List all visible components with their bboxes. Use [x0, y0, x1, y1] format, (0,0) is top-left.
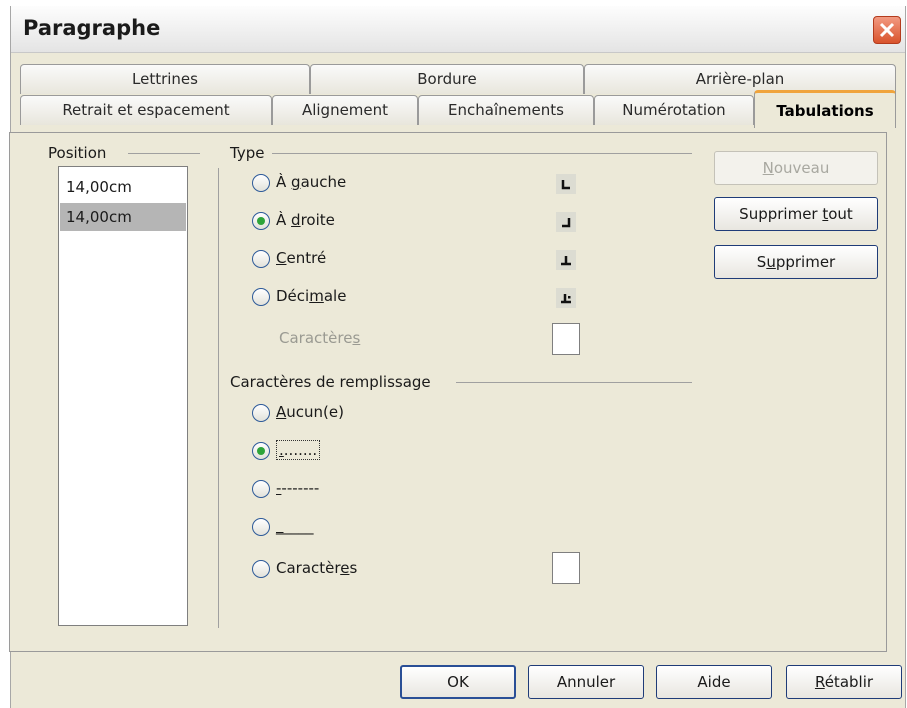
radio-label: _____ — [276, 517, 314, 535]
tab-bordure[interactable]: Bordure — [310, 64, 584, 94]
fill-separator — [456, 382, 692, 383]
tab-alignement[interactable]: Alignement — [272, 95, 418, 125]
radio-dot — [257, 217, 265, 225]
tab-tabulations[interactable]: Tabulations — [754, 90, 896, 128]
ok-button[interactable]: OK — [400, 665, 516, 699]
type-label: Type — [230, 144, 265, 162]
tab-right-icon — [556, 212, 576, 232]
title-bar: Paragraphe — [11, 6, 905, 53]
tab-enchainements[interactable]: Enchaînements — [418, 95, 594, 125]
list-item[interactable]: 14,00cm — [60, 203, 186, 231]
type-separator — [272, 153, 692, 154]
tab-numerotation[interactable]: Numérotation — [594, 95, 754, 125]
radio-dot — [257, 447, 265, 455]
radio-button[interactable] — [252, 442, 270, 460]
position-list[interactable]: 14,00cm 14,00cm — [58, 166, 188, 626]
radio-button[interactable] — [252, 518, 270, 536]
close-button[interactable] — [873, 16, 901, 44]
radio-button[interactable] — [252, 480, 270, 498]
cancel-button[interactable]: Annuler — [528, 665, 644, 699]
radio-button[interactable] — [252, 250, 270, 268]
radio-label: À gauche — [276, 173, 347, 191]
fill-label: Caractères de remplissage — [230, 373, 431, 391]
radio-button[interactable] — [252, 288, 270, 306]
position-label: Position — [48, 144, 107, 162]
tab-decimal-icon — [556, 288, 576, 308]
delete-button[interactable]: Supprimer — [714, 245, 878, 279]
radio-label: À droite — [276, 211, 335, 229]
fill-characters-field[interactable] — [552, 552, 580, 584]
type-characters-label: Caractères — [279, 329, 361, 347]
radio-label: -------- — [276, 479, 320, 497]
radio-label: Décimale — [276, 287, 347, 305]
tab-center-icon — [556, 250, 576, 270]
position-separator — [128, 153, 200, 154]
dialog-title: Paragraphe — [23, 16, 161, 40]
type-characters-field[interactable] — [552, 323, 580, 355]
help-button[interactable]: Aide — [656, 665, 772, 699]
reset-button[interactable]: Rétablir — [786, 665, 902, 699]
list-item[interactable]: 14,00cm — [60, 173, 186, 201]
radio-label: Aucun(e) — [276, 403, 344, 421]
tab-lettrines[interactable]: Lettrines — [20, 64, 310, 94]
radio-label: ........ — [276, 440, 321, 460]
radio-label: Centré — [276, 249, 327, 267]
close-icon — [879, 22, 895, 38]
radio-button[interactable] — [252, 404, 270, 422]
radio-button[interactable] — [252, 212, 270, 230]
new-button[interactable]: Nouveau — [714, 151, 878, 185]
tab-left-icon — [556, 174, 576, 194]
vertical-divider — [218, 168, 219, 628]
radio-button[interactable] — [252, 560, 270, 578]
radio-button[interactable] — [252, 174, 270, 192]
delete-all-button[interactable]: Supprimer tout — [714, 197, 878, 231]
radio-label: Caractères — [276, 559, 358, 577]
tab-retrait-espacement[interactable]: Retrait et espacement — [20, 95, 272, 125]
